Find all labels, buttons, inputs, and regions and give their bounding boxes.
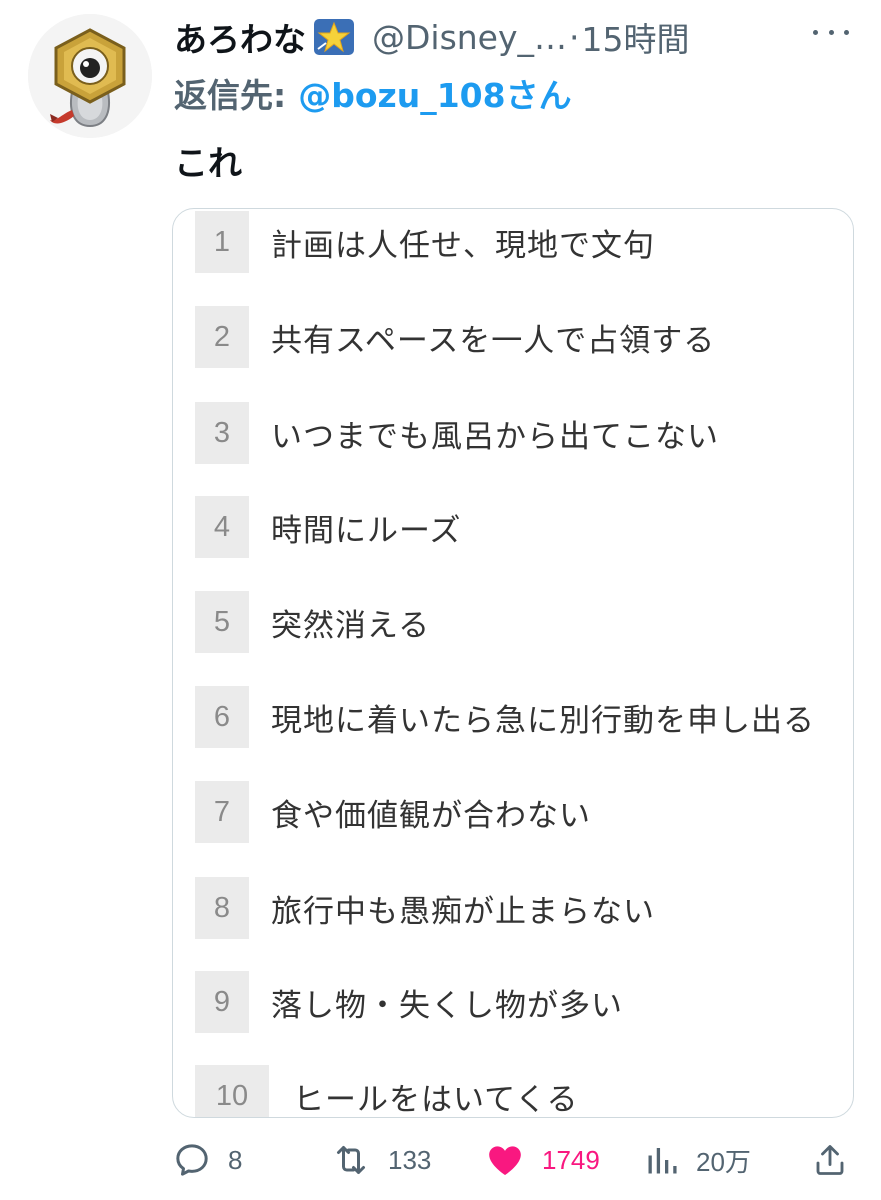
list-item-number: 5 (195, 591, 249, 653)
list-item-number: 10 (195, 1065, 269, 1117)
list-item-number: 3 (195, 402, 249, 464)
list-item: 7 食や価値観が合わない (195, 781, 845, 843)
heart-icon (489, 1146, 521, 1175)
retweet-icon (337, 1146, 365, 1174)
like-button[interactable]: 1749 (484, 1130, 600, 1190)
list-item-number: 8 (195, 877, 249, 939)
reply-context: 返信先: @bozu_108さん (174, 68, 572, 118)
reply-button[interactable]: 8 (172, 1130, 242, 1190)
tweet-actions-bar: 8 133 1749 20万 (172, 1130, 862, 1190)
retweet-button[interactable]: 133 (330, 1130, 431, 1190)
list-item: 10 ヒールをはいてくる (195, 1065, 845, 1118)
list-item-number: 2 (195, 306, 249, 368)
reply-prefix: 返信先: (174, 76, 287, 115)
retweet-count: 133 (388, 1144, 432, 1175)
list-item: 4 時間にルーズ (195, 496, 845, 558)
views-count: 20万 (696, 1146, 751, 1177)
meltan-avatar-image (28, 14, 152, 138)
list-item-text: 時間にルーズ (271, 512, 462, 549)
list-item-text: ヒールをはいてくる (293, 1081, 579, 1118)
list-item-text: 食や価値観が合わない (271, 797, 591, 834)
list-item: 1 計画は人任せ、現地で文句 (195, 211, 845, 273)
tweet-header: あろわな @Disney_… · 15時間 (174, 12, 864, 62)
tweet-text: これ (174, 144, 242, 184)
list-item: 6 現地に着いたら急に別行動を申し出る (195, 686, 845, 748)
list-item: 9 落し物・失くし物が多い (195, 971, 845, 1033)
list-item-number: 4 (195, 496, 249, 558)
views-chart-icon (648, 1148, 677, 1174)
list-item: 2 共有スペースを一人で占領する (195, 306, 845, 368)
header-separator: · (569, 17, 580, 57)
list-item-number: 7 (195, 781, 249, 843)
list-item-number: 9 (195, 971, 249, 1033)
star-emoji-icon (312, 17, 356, 57)
list-item-text: 現地に着いたら急に別行動を申し出る (271, 702, 815, 739)
list-item-text: 旅行中も愚痴が止まらない (271, 893, 655, 930)
reply-icon (176, 1144, 208, 1176)
list-item-text: 落し物・失くし物が多い (271, 987, 623, 1024)
list-item-text: いつまでも風呂から出てこない (271, 418, 719, 455)
share-icon (816, 1145, 844, 1175)
more-options-icon[interactable] (813, 22, 849, 42)
author-display-name[interactable]: あろわな (174, 13, 306, 61)
list-item-text: 共有スペースを一人で占領する (271, 322, 716, 359)
author-handle[interactable]: @Disney_… (372, 18, 567, 57)
list-item: 3 いつまでも風呂から出てこない (195, 402, 845, 464)
author-avatar[interactable] (28, 14, 152, 138)
like-count: 1749 (542, 1144, 600, 1175)
list-item: 8 旅行中も愚痴が止まらない (195, 877, 845, 939)
reply-count: 8 (228, 1144, 243, 1175)
tweet-media-image[interactable]: 1 計画は人任せ、現地で文句 2 共有スペースを一人で占領する 3 いつまでも風… (172, 208, 854, 1118)
list-item-number: 6 (195, 686, 249, 748)
views-button[interactable]: 20万 (644, 1130, 751, 1190)
list-item-text: 計画は人任せ、現地で文句 (271, 227, 655, 264)
tweet-timestamp[interactable]: 15時間 (582, 13, 690, 61)
list-item: 5 突然消える (195, 591, 845, 653)
list-item-number: 1 (195, 211, 249, 273)
share-button[interactable] (812, 1130, 848, 1190)
reply-handle-link[interactable]: @bozu_108さん (298, 69, 571, 117)
list-item-text: 突然消える (271, 607, 431, 644)
